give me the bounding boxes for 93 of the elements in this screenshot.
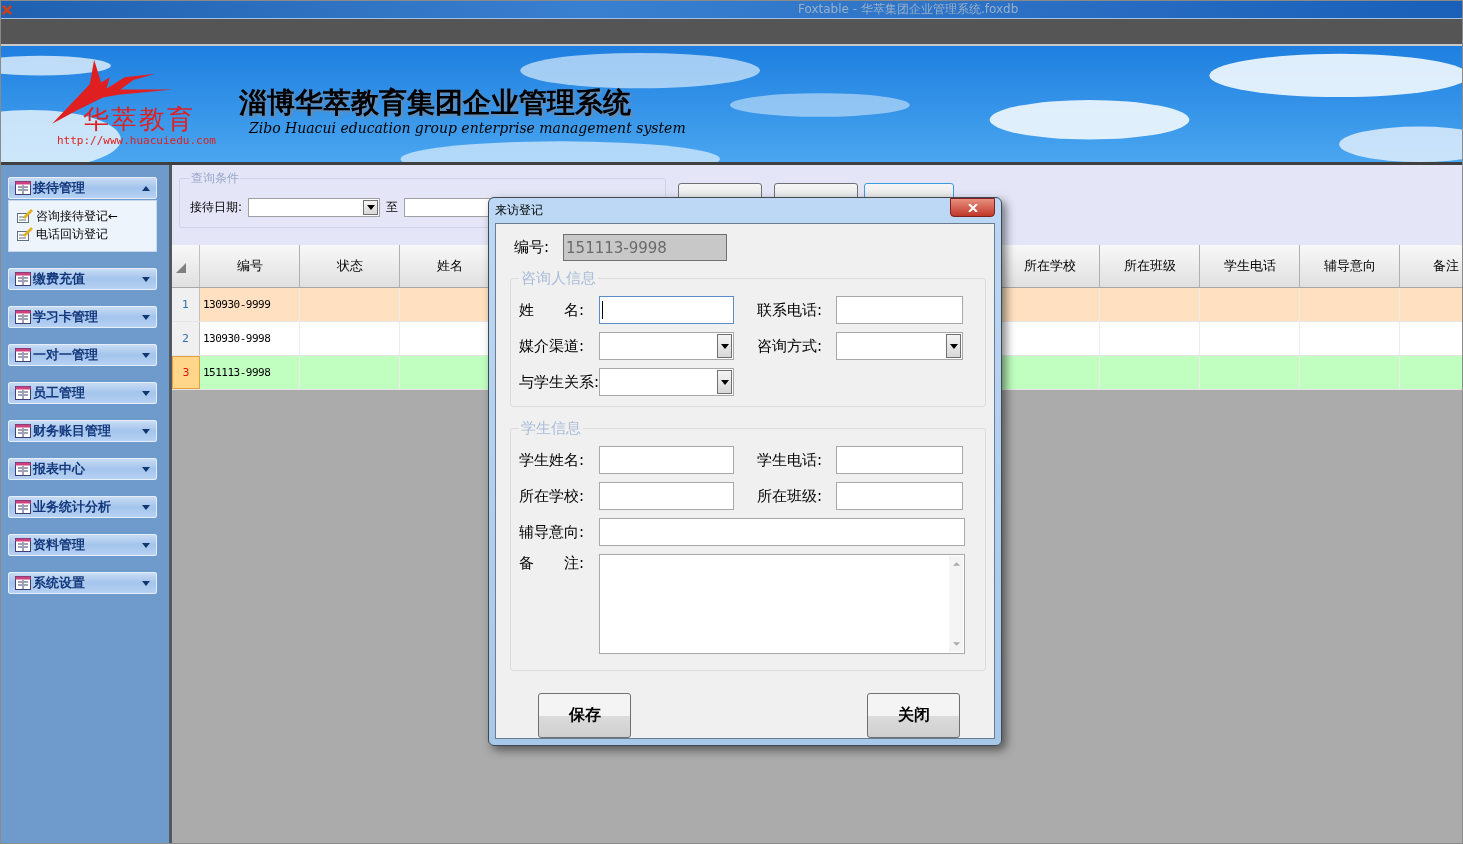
column-header[interactable]: 学生电话	[1200, 245, 1300, 287]
caret-icon	[142, 314, 150, 320]
date-picker[interactable]	[248, 197, 381, 217]
form-icon	[15, 576, 31, 590]
input-field[interactable]	[836, 482, 963, 510]
field-label: 所在学校:	[519, 486, 586, 506]
menu-group-header[interactable]: 系统设置	[8, 572, 157, 594]
section-title: 咨询人信息	[520, 269, 597, 288]
column-header[interactable]: 辅导意向	[1300, 245, 1400, 287]
app-icon	[2, 4, 12, 15]
field-label: 咨询方式:	[757, 336, 824, 356]
form-icon	[15, 462, 31, 476]
form-icon	[15, 348, 31, 362]
menu-group-header[interactable]: 缴费充值	[8, 268, 157, 290]
dropdown-arrow-icon	[720, 343, 729, 349]
column-header[interactable]: 编号	[200, 245, 300, 287]
row-number[interactable]: 3	[172, 356, 200, 389]
table-cell: 130930-9999	[200, 288, 300, 321]
field-label: 备 注:	[519, 554, 586, 573]
input-field[interactable]	[836, 296, 963, 324]
close-icon	[967, 203, 978, 212]
menu-group-header[interactable]: 报表中心	[8, 458, 157, 480]
table-cell: 130930-9998	[200, 322, 300, 355]
app-title: 淄博华萃教育集团企业管理系统	[239, 86, 632, 120]
field-label: 学生姓名:	[519, 450, 586, 470]
column-header[interactable]: 状态	[300, 245, 400, 287]
dropdown-arrow-icon	[720, 379, 729, 385]
caret-icon	[142, 580, 150, 586]
column-header[interactable]: 所在班级	[1100, 245, 1200, 287]
menu-group-header[interactable]: 接待管理	[8, 177, 157, 199]
form-icon	[15, 538, 31, 552]
dialog-button[interactable]: 保存	[538, 693, 631, 738]
scroll-down-icon[interactable]	[952, 642, 960, 646]
field-label: 至	[386, 198, 399, 216]
field-label: 学生电话:	[757, 450, 824, 470]
input-field[interactable]	[599, 446, 734, 474]
logo-text: 华萃教育	[83, 103, 195, 136]
dropdown[interactable]	[599, 368, 735, 396]
form-edit-icon	[17, 227, 33, 241]
menu-group-header[interactable]: 业务统计分析	[8, 496, 157, 518]
dropdown-arrow-icon	[949, 343, 958, 349]
field-label: 姓 名:	[519, 300, 586, 320]
input-field[interactable]	[599, 518, 965, 546]
field-label: 媒介渠道:	[519, 336, 586, 356]
caret-icon	[142, 390, 150, 396]
text-area[interactable]	[599, 554, 965, 654]
menu-group-header[interactable]: 一对一管理	[8, 344, 157, 366]
dropdown[interactable]	[599, 332, 734, 360]
caret-icon	[142, 542, 150, 548]
form-icon	[15, 500, 31, 514]
menu-group-header[interactable]: 员工管理	[8, 382, 157, 404]
group-title: 查询条件	[190, 170, 240, 187]
caret-icon	[142, 276, 150, 282]
field-label: 接待日期:	[190, 198, 243, 216]
menu-item[interactable]: 咨询接待登记←	[17, 207, 156, 225]
dialog-title: 来访登记	[495, 202, 543, 219]
app-subtitle: Zibo Huacui education group enterprise management system	[249, 120, 686, 136]
field-label: 辅导意向:	[519, 522, 586, 542]
column-header[interactable]: 备注	[1400, 245, 1459, 287]
table-cell: 151113-9998	[200, 356, 300, 389]
dialog-button[interactable]: 关闭	[867, 693, 960, 738]
menu-item[interactable]: 电话回访登记	[17, 225, 156, 243]
form-icon	[15, 310, 31, 324]
scrollbar[interactable]	[949, 556, 963, 652]
field-label: 编号:	[514, 238, 550, 257]
input-field[interactable]	[599, 296, 734, 324]
input-field[interactable]	[599, 482, 734, 510]
form-icon	[15, 181, 31, 195]
dropdown-arrow-icon	[366, 204, 375, 210]
menu-group-header[interactable]: 财务账目管理	[8, 420, 157, 442]
caret-icon	[142, 428, 150, 434]
section-title: 学生信息	[520, 419, 582, 438]
field-label: 联系电话:	[757, 300, 824, 320]
form-edit-icon	[17, 209, 33, 223]
scroll-up-icon[interactable]	[952, 562, 960, 566]
field-label: 与学生关系:	[519, 372, 600, 392]
row-number[interactable]: 1	[172, 288, 200, 321]
window-title: Foxtable - 华萃集团企业管理系统.foxdb	[798, 1, 1019, 18]
menu-group-header[interactable]: 学习卡管理	[8, 306, 157, 328]
form-icon	[15, 424, 31, 438]
input-field[interactable]	[836, 446, 963, 474]
dropdown[interactable]	[836, 332, 963, 360]
caret-icon	[142, 466, 150, 472]
row-number[interactable]: 2	[172, 322, 200, 355]
caret-icon	[142, 352, 150, 358]
menu-group-header[interactable]: 资料管理	[8, 534, 157, 556]
caret-icon	[142, 504, 150, 510]
close-button[interactable]	[950, 198, 995, 217]
caret-icon	[142, 185, 150, 191]
form-icon	[15, 272, 31, 286]
select-all-icon	[176, 263, 186, 273]
field-label: 所在班级:	[757, 486, 824, 506]
form-icon	[15, 386, 31, 400]
